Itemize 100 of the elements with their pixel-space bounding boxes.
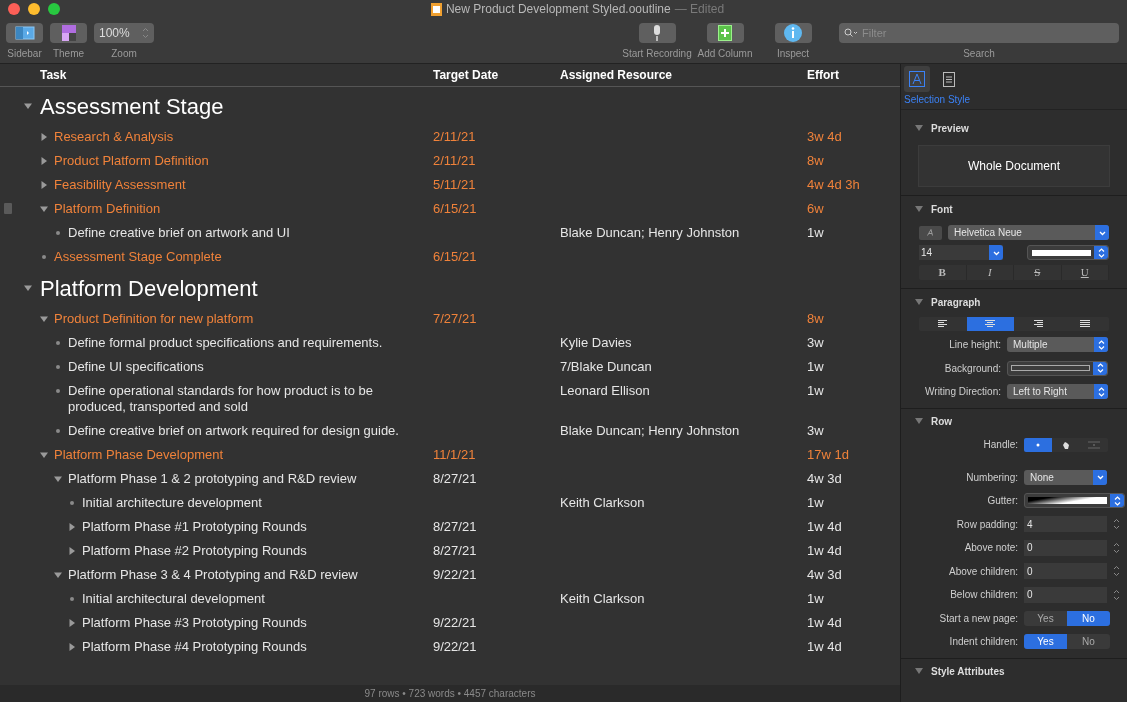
alignment-button[interactable] (966, 317, 1014, 331)
handle-option-button[interactable] (1024, 437, 1052, 452)
field-label: Background: (943, 361, 1001, 376)
popup-arrows-icon (1110, 494, 1124, 508)
disclosure-triangle-icon[interactable] (915, 418, 923, 425)
gutter-gradient-well[interactable] (1024, 493, 1125, 509)
text-style-icon (909, 71, 925, 87)
italic-button[interactable]: I (966, 265, 1014, 280)
toolbar-label: Start Recording (622, 47, 692, 61)
segment-button[interactable]: No (1067, 634, 1110, 650)
task-text: Product Definition for new platform (54, 311, 254, 327)
disclosure-triangle-icon[interactable] (24, 284, 32, 292)
popup-button[interactable]: Left to Right (1007, 384, 1108, 400)
disclosure-triangle-icon[interactable] (40, 181, 48, 189)
column-header[interactable]: Assigned Resource (560, 68, 673, 82)
column-header[interactable]: Effort (807, 68, 839, 82)
disclosure-triangle-icon[interactable] (915, 124, 923, 132)
strike-button[interactable]: S (1014, 265, 1062, 280)
stepper-arrows-icon[interactable] (1113, 565, 1120, 578)
task-text: Platform Phase #1 Prototyping Rounds (82, 519, 307, 535)
font-family-popup[interactable]: Helvetica Neue (948, 225, 1109, 240)
number-field[interactable]: 0 (1024, 586, 1107, 603)
color-well[interactable] (1007, 360, 1108, 376)
disclosure-triangle-icon[interactable] (24, 102, 32, 110)
effort-cell: 1w (807, 359, 824, 374)
hand-icon (1061, 439, 1071, 450)
disclosure-triangle-icon[interactable] (40, 451, 48, 459)
popup-arrows-icon (1094, 337, 1108, 353)
status-bar-text: 97 rows • 723 words • 4457 characters (364, 687, 536, 701)
disclosure-triangle-icon[interactable] (54, 571, 62, 579)
section-heading: Preview (931, 121, 969, 136)
effort-cell: 1w (807, 225, 824, 240)
disclosure-triangle-icon[interactable] (68, 523, 76, 531)
stepper-arrows-icon[interactable] (1113, 541, 1120, 554)
font-color-button[interactable] (919, 225, 942, 240)
date-cell: 5/11/21 (433, 177, 476, 192)
number-field[interactable]: 0 (1024, 563, 1107, 580)
effort-cell: 1w (807, 383, 824, 398)
sidebar-button[interactable] (6, 23, 43, 43)
column-header[interactable]: Task (40, 68, 67, 82)
add-button[interactable] (706, 23, 744, 43)
segment-button[interactable]: Yes (1024, 634, 1067, 650)
bold-button[interactable]: B (919, 265, 967, 280)
number-field[interactable]: 0 (1024, 539, 1107, 556)
field-label: Line height: (948, 338, 1001, 353)
disclosure-triangle-icon[interactable] (68, 547, 76, 555)
toolbar-label: Sidebar (7, 47, 42, 61)
field-label: Handle: (982, 438, 1018, 452)
disclosure-triangle-icon[interactable] (40, 205, 48, 213)
disclosure-triangle-icon[interactable] (40, 315, 48, 323)
resource-cell: Blake Duncan; Henry Johnston (560, 225, 740, 240)
close-button[interactable] (8, 3, 20, 15)
zoom-stepper[interactable]: 100% (94, 23, 154, 43)
minimize-button[interactable] (28, 3, 40, 15)
bullet-icon (56, 231, 60, 235)
effort-cell: 6w (807, 201, 824, 216)
field-label: Writing Direction: (924, 385, 1001, 400)
number-field[interactable]: 4 (1024, 516, 1107, 533)
resource-cell: Keith Clarkson (560, 495, 645, 510)
disclosure-triangle-icon[interactable] (915, 668, 923, 675)
column-header[interactable]: Target Date (433, 68, 499, 82)
section-heading: Style Attributes (931, 665, 1005, 679)
bullet-icon (56, 365, 60, 369)
disclosure-triangle-icon[interactable] (68, 619, 76, 627)
date-cell: 6/15/21 (433, 201, 477, 216)
disclosure-triangle-icon[interactable] (40, 133, 48, 141)
sidebar-icon (14, 26, 35, 40)
date-cell: 8/27/21 (433, 471, 477, 486)
stepper-arrows-icon[interactable] (1113, 588, 1120, 601)
segment-button[interactable]: No (1067, 610, 1110, 626)
effort-cell: 3w (807, 423, 824, 438)
disclosure-triangle-icon[interactable] (40, 157, 48, 165)
resource-cell: Kylie Davies (560, 335, 632, 350)
disclosure-triangle-icon[interactable] (54, 475, 62, 483)
section-heading: Font (931, 202, 953, 217)
stepper-arrows-icon[interactable] (1113, 518, 1120, 531)
disclosure-triangle-icon[interactable] (68, 643, 76, 651)
text-color-well[interactable] (1027, 245, 1109, 260)
resource-cell: Keith Clarkson (560, 591, 645, 606)
popup-button[interactable]: Multiple (1007, 337, 1108, 353)
section-title: Assessment Stage (40, 92, 224, 121)
popup-button[interactable]: None (1024, 469, 1107, 485)
chevron-down-icon (1095, 225, 1109, 240)
disclosure-triangle-icon[interactable] (915, 298, 923, 306)
zoom-button[interactable] (48, 3, 60, 15)
segment-button[interactable]: Yes (1024, 610, 1067, 626)
underline-button[interactable]: U (1061, 265, 1109, 280)
disclosure-triangle-icon[interactable] (915, 205, 923, 213)
field-label: Below children: (949, 588, 1018, 603)
info-button[interactable] (774, 23, 812, 43)
task-text: Define formal product specifications and requirements. (68, 335, 383, 351)
effort-cell: 8w (807, 153, 824, 168)
text-style-tab[interactable] (904, 66, 930, 92)
section-heading: Paragraph (931, 295, 981, 310)
task-text: Product Platform Definition (54, 153, 209, 169)
font-size-combo[interactable]: 14 (919, 245, 1003, 260)
toolbar-label: Search (963, 47, 995, 61)
theme-button[interactable] (50, 23, 87, 43)
row-handle-icon[interactable] (4, 203, 12, 214)
mic-button[interactable] (638, 23, 676, 43)
